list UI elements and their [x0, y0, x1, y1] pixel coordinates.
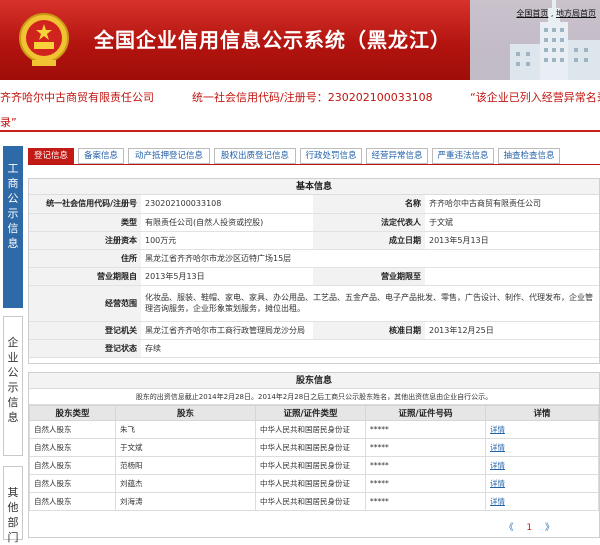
table-row: 经营范围 化妆品、服装、鞋帽、家电、家具、办公用品、工艺品、五金产品、电子产品批…: [29, 285, 599, 322]
system-title: 全国企业信用信息公示系统（黑龙江）: [94, 28, 451, 52]
detail-link[interactable]: 详情: [485, 456, 599, 475]
sidebar-item-label: 工商公示信息: [7, 162, 19, 250]
link-national-home[interactable]: 全国首页: [516, 9, 548, 18]
sidebar-item-business-info[interactable]: 工商公示信息: [3, 146, 23, 308]
table-row: 自然人股东 刘蕴杰 中华人民共和国居民身份证 ***** 详情: [29, 474, 599, 493]
detail-link[interactable]: 详情: [485, 492, 599, 511]
basic-info-table: 统一社会信用代码/注册号 230202100033108 名称 齐齐哈尔中古商贸…: [29, 195, 599, 358]
table-row: 注册资本 100万元 成立日期 2013年5月13日: [29, 231, 599, 250]
site-header: 全国企业信用信息公示系统（黑龙江） 全国首页 , 地方局首页: [0, 0, 600, 80]
divider: [0, 130, 600, 132]
national-emblem-icon: [19, 13, 69, 66]
sidebar-item-other-dept[interactable]: 其他部门: [3, 466, 23, 544]
tab-bar: 登记信息 备案信息 动产抵押登记信息 股权出质登记信息 行政处罚信息 经营异常信…: [28, 148, 600, 164]
tab-admin-penalty[interactable]: 行政处罚信息: [300, 148, 362, 164]
basic-info-panel: 基本信息 统一社会信用代码/注册号 230202100033108 名称 齐齐哈…: [28, 178, 600, 364]
tab-abnormal-operation[interactable]: 经营异常信息: [366, 148, 428, 164]
sidebar: 工商公示信息 企业公示信息 其他部门: [0, 136, 24, 544]
shareholder-title: 股东信息: [29, 373, 599, 389]
detail-link[interactable]: 详情: [485, 420, 599, 439]
table-row: 登记机关 黑龙江省齐齐哈尔市工商行政管理局龙沙分局 核准日期 2013年12月2…: [29, 321, 599, 340]
pager: 《 1 》: [499, 520, 559, 533]
sidebar-item-label: 企业公示信息: [7, 336, 19, 424]
tab-equity-pledge[interactable]: 股权出质登记信息: [214, 148, 296, 164]
top-links: 全国首页 , 地方局首页: [516, 9, 596, 18]
sidebar-item-enterprise-info[interactable]: 企业公示信息: [3, 316, 23, 456]
abnormal-alert: “该企业已列入经营异常名录”: [470, 91, 600, 104]
tab-serious-violation[interactable]: 严重违法信息: [432, 148, 494, 164]
divider: [28, 164, 600, 165]
table-row: 自然人股东 朱飞 中华人民共和国居民身份证 ***** 详情: [29, 420, 599, 439]
next-page-button[interactable]: 》: [545, 523, 554, 533]
tab-spot-check[interactable]: 抽查检查信息: [498, 148, 560, 164]
table-header: 股东类型 股东 证照/证件类型 证照/证件号码 详情: [29, 405, 599, 421]
table-row: 登记状态 存续: [29, 339, 599, 358]
link-local-home[interactable]: 地方局首页: [556, 9, 596, 18]
tab-registration[interactable]: 登记信息: [28, 148, 74, 164]
tab-chattel-mortgage[interactable]: 动产抵押登记信息: [128, 148, 210, 164]
shareholder-notice: 股东的出资信息截止2014年2月28日。2014年2月28日之后工商只公示股东姓…: [29, 389, 599, 405]
shareholder-table: 股东类型 股东 证照/证件类型 证照/证件号码 详情 自然人股东 朱飞 中华人民…: [29, 405, 599, 511]
tab-filing[interactable]: 备案信息: [78, 148, 124, 164]
company-name: 齐齐哈尔中古商贸有限责任公司: [0, 91, 154, 104]
table-row: 统一社会信用代码/注册号 230202100033108 名称 齐齐哈尔中古商贸…: [29, 195, 599, 214]
basic-info-title: 基本信息: [29, 179, 599, 195]
detail-link[interactable]: 详情: [485, 474, 599, 493]
current-page[interactable]: 1: [526, 523, 532, 533]
table-row: 自然人股东 于文斌 中华人民共和国居民身份证 ***** 详情: [29, 438, 599, 457]
abnormal-alert-wrap: 录”: [0, 116, 17, 129]
table-row: 自然人股东 范杨阳 中华人民共和国居民身份证 ***** 详情: [29, 456, 599, 475]
company-bar: 齐齐哈尔中古商贸有限责任公司 统一社会信用代码/注册号：230202100033…: [0, 86, 600, 104]
prev-page-button[interactable]: 《: [504, 523, 513, 533]
shareholder-panel: 股东信息 股东的出资信息截止2014年2月28日。2014年2月28日之后工商只…: [28, 372, 600, 538]
credit-code-label: 统一社会信用代码/注册号：230202100033108: [192, 91, 433, 104]
table-row: 住所 黑龙江省齐齐哈尔市龙沙区迈特广场15层: [29, 249, 599, 268]
detail-link[interactable]: 详情: [485, 438, 599, 457]
table-row: 类型 有限责任公司(自然人投资或控股) 法定代表人 于文斌: [29, 213, 599, 232]
table-row: 营业期限自 2013年5月13日 营业期限至: [29, 267, 599, 286]
table-row: 自然人股东 刘海涛 中华人民共和国居民身份证 ***** 详情: [29, 492, 599, 511]
sidebar-item-label: 其他部门: [7, 486, 19, 544]
